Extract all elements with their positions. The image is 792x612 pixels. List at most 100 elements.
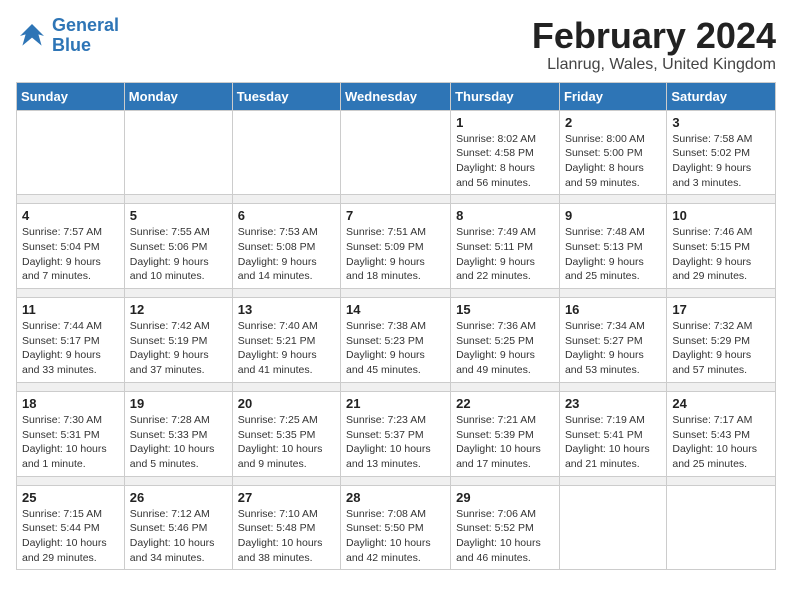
day-number: 23 [565,396,661,411]
day-info: Sunrise: 7:36 AM Sunset: 5:25 PM Dayligh… [456,319,554,378]
day-number: 18 [22,396,119,411]
calendar-cell: 4Sunrise: 7:57 AM Sunset: 5:04 PM Daylig… [17,204,125,289]
weekday-header: Monday [124,82,232,110]
calendar-cell: 29 Sunrise: 7:06 AM Sunset: 5:52 PM Dayli… [451,485,560,570]
day-info: Sunrise: 7:38 AM Sunset: 5:23 PM Dayligh… [346,319,445,378]
logo-line2: Blue [52,35,91,55]
title-block: February 2024 Llanrug, Wales, United Kin… [532,16,776,74]
calendar-cell: 11 Sunrise: 7:44 AM Sunset: 5:17 PM Dayli… [17,298,125,383]
location: Llanrug, Wales, United Kingdom [532,56,776,74]
day-info: Sunrise: 7:32 AM Sunset: 5:29 PM Dayligh… [672,319,770,378]
day-number: 21 [346,396,445,411]
day-number: 11 [22,302,119,317]
day-number: 13 [238,302,335,317]
day-number: 6 [238,208,335,223]
day-number: 28 [346,490,445,505]
calendar-cell [667,485,776,570]
day-info: Sunrise: 7:49 AM Sunset: 5:11 PM Dayligh… [456,225,554,284]
day-number: 17 [672,302,770,317]
calendar-cell: 15 Sunrise: 7:36 AM Sunset: 5:25 PM Dayli… [451,298,560,383]
day-info: Sunrise: 7:46 AM Sunset: 5:15 PM Dayligh… [672,225,770,284]
calendar-header-row: SundayMondayTuesdayWednesdayThursdayFrid… [17,82,776,110]
calendar-cell: 5Sunrise: 7:55 AM Sunset: 5:06 PM Daylig… [124,204,232,289]
day-info: Sunrise: 7:08 AM Sunset: 5:50 PM Dayligh… [346,507,445,566]
calendar-cell: 22 Sunrise: 7:21 AM Sunset: 5:39 PM Dayli… [451,391,560,476]
day-info: Sunrise: 7:12 AM Sunset: 5:46 PM Dayligh… [130,507,227,566]
calendar-cell [17,110,125,195]
week-separator [17,195,776,204]
day-number: 25 [22,490,119,505]
week-separator [17,382,776,391]
calendar-cell: 7 Sunrise: 7:51 AM Sunset: 5:09 PM Daylig… [341,204,451,289]
day-number: 19 [130,396,227,411]
weekday-header: Thursday [451,82,560,110]
logo-text: General Blue [52,16,119,56]
calendar-cell [559,485,666,570]
day-info: Sunrise: 7:06 AM Sunset: 5:52 PM Dayligh… [456,507,554,566]
calendar-cell: 6 Sunrise: 7:53 AM Sunset: 5:08 PM Daylig… [232,204,340,289]
calendar-cell: 23Sunrise: 7:19 AM Sunset: 5:41 PM Dayli… [559,391,666,476]
logo-icon [16,20,48,52]
page-header: General Blue February 2024 Llanrug, Wale… [16,16,776,74]
day-number: 16 [565,302,661,317]
logo: General Blue [16,16,119,56]
day-info: Sunrise: 7:23 AM Sunset: 5:37 PM Dayligh… [346,413,445,472]
weekday-header: Friday [559,82,666,110]
calendar-cell: 10 Sunrise: 7:46 AM Sunset: 5:15 PM Dayli… [667,204,776,289]
calendar-cell: 16Sunrise: 7:34 AM Sunset: 5:27 PM Dayli… [559,298,666,383]
day-number: 22 [456,396,554,411]
day-number: 29 [456,490,554,505]
calendar-cell [232,110,340,195]
weekday-header: Wednesday [341,82,451,110]
day-info: Sunrise: 8:02 AM Sunset: 4:58 PM Dayligh… [456,132,554,191]
day-info: Sunrise: 7:44 AM Sunset: 5:17 PM Dayligh… [22,319,119,378]
calendar-week-row: 4Sunrise: 7:57 AM Sunset: 5:04 PM Daylig… [17,204,776,289]
calendar-cell: 24 Sunrise: 7:17 AM Sunset: 5:43 PM Dayli… [667,391,776,476]
calendar-cell: 27Sunrise: 7:10 AM Sunset: 5:48 PM Dayli… [232,485,340,570]
day-info: Sunrise: 8:00 AM Sunset: 5:00 PM Dayligh… [565,132,661,191]
calendar-cell: 26 Sunrise: 7:12 AM Sunset: 5:46 PM Dayli… [124,485,232,570]
calendar-week-row: 1 Sunrise: 8:02 AM Sunset: 4:58 PM Daylig… [17,110,776,195]
logo-line1: General [52,15,119,35]
calendar-cell: 17 Sunrise: 7:32 AM Sunset: 5:29 PM Dayli… [667,298,776,383]
month-title: February 2024 [532,16,776,56]
calendar-week-row: 11 Sunrise: 7:44 AM Sunset: 5:17 PM Dayli… [17,298,776,383]
calendar-week-row: 25 Sunrise: 7:15 AM Sunset: 5:44 PM Dayli… [17,485,776,570]
calendar-cell [341,110,451,195]
calendar-cell: 8 Sunrise: 7:49 AM Sunset: 5:11 PM Daylig… [451,204,560,289]
day-info: Sunrise: 7:28 AM Sunset: 5:33 PM Dayligh… [130,413,227,472]
day-info: Sunrise: 7:58 AM Sunset: 5:02 PM Dayligh… [672,132,770,191]
day-number: 2 [565,115,661,130]
day-info: Sunrise: 7:17 AM Sunset: 5:43 PM Dayligh… [672,413,770,472]
day-info: Sunrise: 7:42 AM Sunset: 5:19 PM Dayligh… [130,319,227,378]
day-info: Sunrise: 7:21 AM Sunset: 5:39 PM Dayligh… [456,413,554,472]
day-number: 3 [672,115,770,130]
day-number: 27 [238,490,335,505]
week-separator [17,476,776,485]
day-number: 24 [672,396,770,411]
day-number: 14 [346,302,445,317]
day-number: 12 [130,302,227,317]
calendar-cell: 19 Sunrise: 7:28 AM Sunset: 5:33 PM Dayli… [124,391,232,476]
day-number: 7 [346,208,445,223]
day-number: 26 [130,490,227,505]
day-info: Sunrise: 7:55 AM Sunset: 5:06 PM Dayligh… [130,225,227,284]
calendar-cell: 1 Sunrise: 8:02 AM Sunset: 4:58 PM Daylig… [451,110,560,195]
day-info: Sunrise: 7:15 AM Sunset: 5:44 PM Dayligh… [22,507,119,566]
weekday-header: Saturday [667,82,776,110]
calendar-cell: 28 Sunrise: 7:08 AM Sunset: 5:50 PM Dayli… [341,485,451,570]
day-number: 9 [565,208,661,223]
day-info: Sunrise: 7:51 AM Sunset: 5:09 PM Dayligh… [346,225,445,284]
day-info: Sunrise: 7:25 AM Sunset: 5:35 PM Dayligh… [238,413,335,472]
calendar-cell: 21 Sunrise: 7:23 AM Sunset: 5:37 PM Dayli… [341,391,451,476]
day-info: Sunrise: 7:57 AM Sunset: 5:04 PM Dayligh… [22,225,119,284]
weekday-header: Tuesday [232,82,340,110]
day-info: Sunrise: 7:48 AM Sunset: 5:13 PM Dayligh… [565,225,661,284]
day-number: 20 [238,396,335,411]
day-number: 8 [456,208,554,223]
day-info: Sunrise: 7:53 AM Sunset: 5:08 PM Dayligh… [238,225,335,284]
day-number: 10 [672,208,770,223]
day-number: 1 [456,115,554,130]
calendar-week-row: 18Sunrise: 7:30 AM Sunset: 5:31 PM Dayli… [17,391,776,476]
day-number: 15 [456,302,554,317]
